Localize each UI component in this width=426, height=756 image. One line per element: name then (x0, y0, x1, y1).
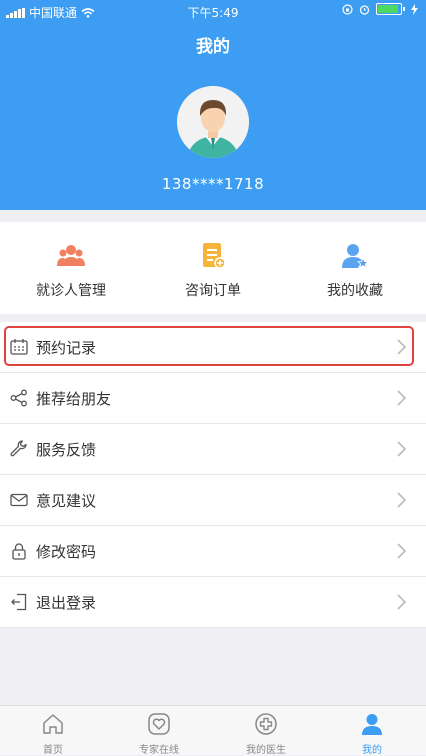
menu-label: 服务反馈 (36, 441, 97, 459)
heart-icon (148, 713, 170, 735)
chevron-right-icon (397, 543, 406, 559)
tab-experts-online[interactable]: 专家在线 (106, 706, 212, 756)
home-icon (43, 714, 63, 734)
wrench-icon (10, 440, 27, 457)
chevron-right-icon (397, 441, 406, 457)
people-icon (57, 245, 85, 266)
logout-icon (11, 593, 27, 611)
tab-home[interactable]: 首页 (0, 706, 106, 756)
page-title: 我的 (196, 37, 230, 57)
settings-menu: 预约记录 推荐给朋友 服务反馈 意见建议 修改密码 退出登录 (0, 322, 426, 628)
menu-label: 预约记录 (36, 339, 97, 357)
menu-label: 退出登录 (36, 594, 97, 612)
chevron-right-icon (397, 390, 406, 406)
doctor-avatar-icon (177, 86, 249, 158)
chevron-right-icon (397, 594, 406, 610)
quick-actions: 就诊人管理 咨询订单 我的收藏 (0, 222, 426, 314)
quick-item-consult-orders[interactable]: 咨询订单 (142, 222, 284, 314)
menu-label: 修改密码 (36, 543, 97, 561)
menu-label: 意见建议 (36, 492, 97, 510)
tab-bar: 首页 专家在线 我的医生 我的 (0, 705, 426, 756)
menu-label: 推荐给朋友 (36, 390, 112, 408)
menu-item-change-password[interactable]: 修改密码 (0, 526, 426, 577)
avatar[interactable] (177, 86, 249, 158)
quick-item-patient-management[interactable]: 就诊人管理 (0, 222, 142, 314)
share-icon (10, 389, 27, 407)
menu-item-suggestions[interactable]: 意见建议 (0, 475, 426, 526)
phone-number: 138****1718 (161, 175, 265, 193)
chevron-right-icon (397, 339, 406, 355)
mail-icon (10, 493, 28, 507)
menu-item-service-feedback[interactable]: 服务反馈 (0, 424, 426, 475)
tab-my-doctor[interactable]: 我的医生 (213, 706, 319, 756)
chevron-right-icon (397, 492, 406, 508)
medical-cross-icon (255, 713, 277, 735)
menu-item-appointments[interactable]: 预约记录 (0, 322, 426, 373)
charging-icon (411, 3, 418, 15)
alarm-icon (359, 4, 370, 15)
tab-mine[interactable]: 我的 (319, 706, 425, 756)
menu-item-recommend[interactable]: 推荐给朋友 (0, 373, 426, 424)
battery-icon (376, 3, 402, 15)
quick-item-favorites[interactable]: 我的收藏 (284, 222, 426, 314)
quick-label: 我的收藏 (327, 283, 383, 299)
status-bar: 中国联通 下午5:49 (0, 0, 426, 22)
quick-label: 就诊人管理 (36, 283, 106, 299)
favorite-user-icon (342, 244, 369, 269)
rotation-lock-icon (342, 3, 353, 15)
menu-item-logout[interactable]: 退出登录 (0, 577, 426, 628)
lock-icon (12, 543, 26, 560)
calendar-icon (10, 339, 28, 355)
profile-header: 中国联通 下午5:49 我的 138****1718 (0, 0, 426, 210)
person-icon (362, 714, 382, 735)
order-icon (203, 243, 226, 269)
quick-label: 咨询订单 (185, 283, 241, 299)
